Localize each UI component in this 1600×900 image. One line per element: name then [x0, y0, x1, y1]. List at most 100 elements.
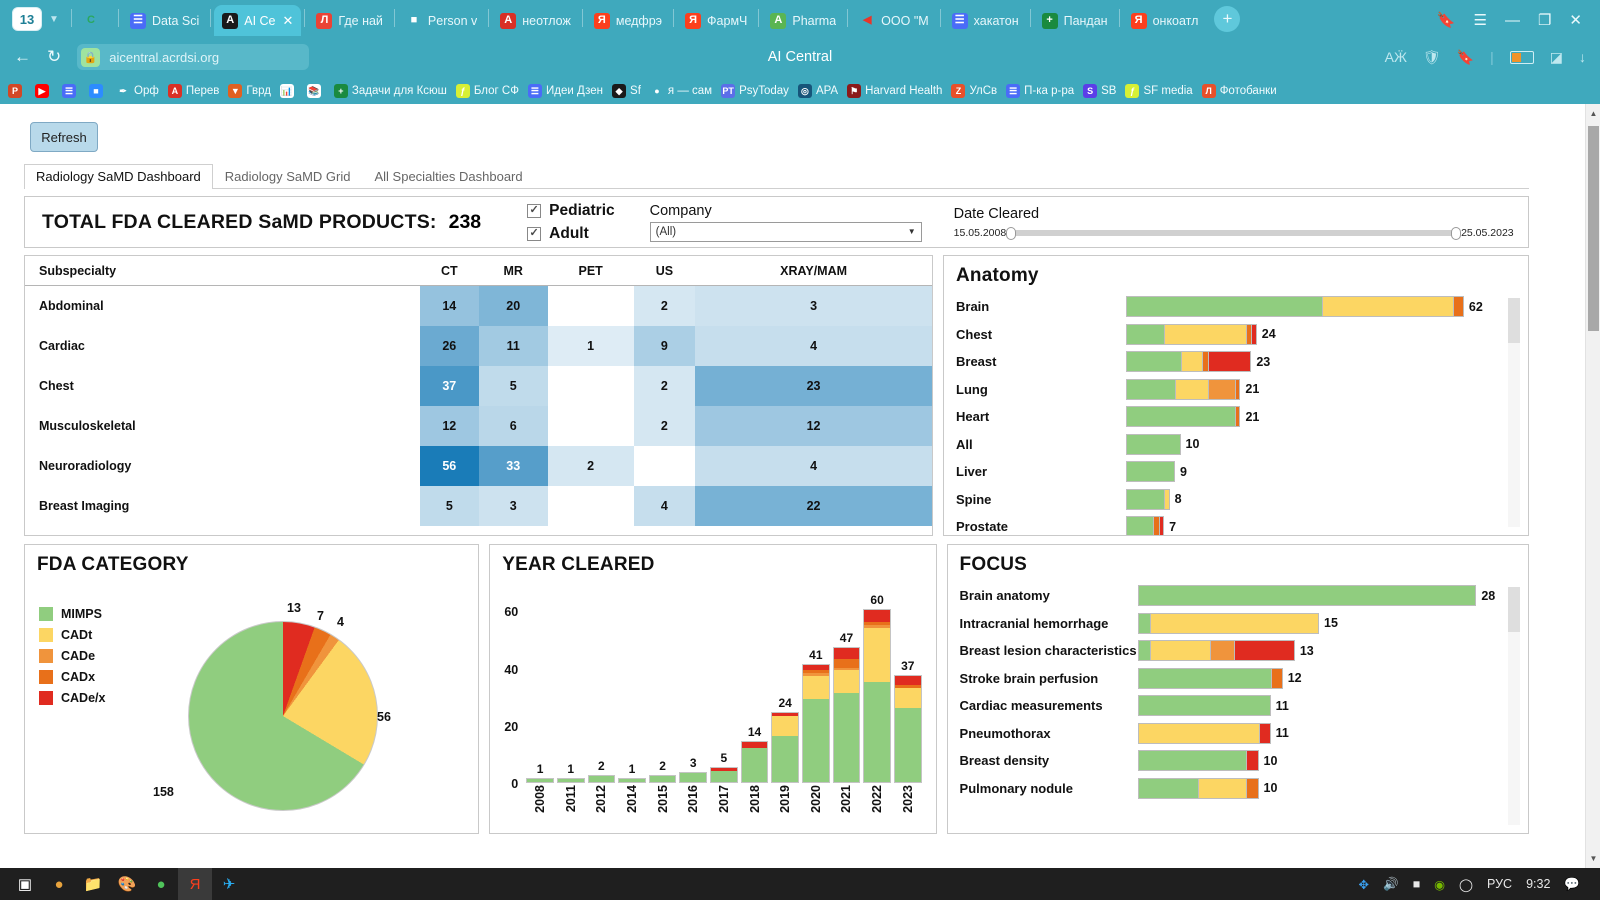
bookmark-icon[interactable]: 🔖 — [1457, 49, 1474, 66]
table-cell[interactable] — [547, 485, 634, 526]
bar-row[interactable]: Pulmonary nodule 10 — [948, 775, 1528, 803]
bar-row[interactable]: Breast 23 — [944, 348, 1528, 376]
bookmark-item[interactable]: P — [8, 84, 26, 98]
page-scrollbar-thumb[interactable] — [1588, 126, 1599, 331]
bar-column[interactable]: 5 — [710, 605, 738, 783]
taskbar-chrome-2-icon[interactable]: ● — [144, 868, 178, 900]
bar-segment[interactable] — [1137, 640, 1150, 662]
restore-icon[interactable]: ❐ — [1538, 11, 1551, 29]
bookmark-item[interactable]: 📊 — [279, 84, 298, 98]
wifi-icon[interactable]: ◯ — [1459, 877, 1473, 892]
bar-row[interactable]: Breast density 10 — [948, 747, 1528, 775]
bar-segment[interactable] — [894, 676, 921, 685]
bookmark-item[interactable]: ƒ Блог СФ — [455, 84, 519, 98]
bar-segment[interactable] — [864, 681, 890, 782]
taskbar-paint-icon[interactable]: 🎨 — [110, 868, 144, 900]
page-scrollbar[interactable]: ▲ ▼ — [1585, 104, 1600, 868]
bar-row[interactable]: Cardiac measurements 11 — [948, 692, 1528, 720]
url-input[interactable]: 🔒 aicentral.acrdsi.org — [77, 44, 310, 70]
bar-row[interactable]: Heart 21 — [944, 403, 1528, 431]
nvidia-icon[interactable]: ◉ — [1434, 877, 1445, 892]
table-cell[interactable]: 37 — [419, 365, 479, 406]
bookmark-item[interactable]: ☰ — [62, 84, 80, 98]
bar-segment[interactable] — [1137, 585, 1477, 607]
table-cell[interactable]: 22 — [695, 485, 932, 526]
menu-icon[interactable]: ☰ — [1474, 11, 1487, 29]
focus-scrollbar[interactable] — [1508, 587, 1520, 825]
bar-row[interactable]: Spine 8 — [944, 486, 1528, 514]
bar-row[interactable]: Brain anatomy 28 — [948, 582, 1528, 610]
dashboard-tab[interactable]: Radiology SaMD Grid — [213, 164, 363, 189]
bookmark-item[interactable]: ✒ Орф — [116, 84, 159, 98]
bar-segment[interactable] — [1251, 323, 1257, 345]
bar-segment[interactable] — [1234, 640, 1295, 662]
bar-segment[interactable] — [1126, 433, 1181, 455]
bar-segment[interactable] — [1164, 323, 1246, 345]
bookmark-item[interactable]: Z УлСв — [951, 84, 997, 98]
table-cell[interactable]: 4 — [633, 485, 696, 526]
bar-segment[interactable] — [557, 779, 584, 782]
bar-segment[interactable] — [1164, 488, 1170, 510]
table-cell[interactable]: 4 — [695, 445, 932, 486]
legend-item[interactable]: CADt — [39, 628, 105, 642]
table-cell[interactable]: 4 — [695, 325, 932, 366]
bar-row[interactable]: Lung 21 — [944, 376, 1528, 404]
bar-column[interactable]: 47 — [832, 605, 861, 783]
table-cell[interactable]: 56 — [419, 445, 479, 486]
bar-segment[interactable] — [1246, 750, 1259, 772]
bookmark-item[interactable]: Л Фотобанки — [1201, 84, 1277, 98]
bar-segment[interactable] — [1149, 640, 1211, 662]
bar-row[interactable]: Pneumothorax 11 — [948, 720, 1528, 748]
bar-segment[interactable] — [1452, 296, 1464, 318]
translate-icon[interactable]: AӜ — [1385, 49, 1407, 65]
notification-icon[interactable]: 💬 — [1564, 877, 1580, 892]
table-cell[interactable]: 20 — [478, 285, 548, 326]
bar-segment[interactable] — [1126, 296, 1323, 318]
column-header[interactable]: MR — [478, 256, 548, 286]
chevron-down-icon[interactable]: ▼ — [44, 7, 64, 31]
table-cell[interactable]: 2 — [633, 285, 696, 326]
bar-segment[interactable] — [1258, 722, 1271, 744]
bar-column[interactable]: 3 — [679, 605, 708, 783]
bar-segment[interactable] — [1126, 323, 1165, 345]
bar-segment[interactable] — [711, 770, 737, 782]
focus-scrollbar-thumb[interactable] — [1508, 587, 1520, 632]
bar-column[interactable]: 41 — [802, 605, 830, 783]
table-cell[interactable]: 26 — [419, 325, 479, 366]
browser-tab[interactable]: ☰ хакатон — [944, 5, 1027, 36]
bar-column[interactable]: 14 — [740, 605, 769, 783]
bar-segment[interactable] — [1137, 722, 1259, 744]
bar-segment[interactable] — [1137, 612, 1150, 634]
bar-segment[interactable] — [833, 670, 860, 694]
browser-tab[interactable]: ◀ ООО "M — [851, 5, 937, 36]
bar-segment[interactable] — [864, 627, 890, 682]
bookmark-item[interactable]: S SB — [1083, 84, 1116, 98]
browser-tab[interactable]: C — [75, 5, 115, 36]
bar-segment[interactable] — [1137, 667, 1271, 689]
company-select[interactable]: (All) ▼ — [649, 221, 922, 242]
bar-segment[interactable] — [680, 773, 707, 782]
taskbar-file-explorer-icon[interactable]: 📁 — [76, 868, 110, 900]
close-icon[interactable]: ✕ — [1569, 11, 1582, 29]
table-cell[interactable]: 6 — [478, 405, 548, 446]
taskbar-yandex-browser-icon[interactable]: Я — [178, 868, 212, 900]
checkbox-adult-box[interactable]: ✓ — [527, 226, 542, 241]
back-icon[interactable]: ← — [14, 47, 31, 67]
bar-segment[interactable] — [1137, 777, 1199, 799]
volume-icon[interactable]: 🔊 — [1383, 877, 1399, 892]
table-cell[interactable] — [547, 285, 634, 326]
start-button[interactable]: ▣ — [8, 868, 42, 900]
bar-segment[interactable] — [833, 693, 860, 782]
table-cell[interactable]: 23 — [695, 365, 932, 406]
table-cell[interactable] — [547, 365, 634, 406]
bar-column[interactable]: 60 — [863, 593, 891, 783]
table-cell[interactable]: 5 — [478, 365, 548, 406]
collections-icon[interactable]: 🔖 — [1437, 11, 1456, 29]
split-screen-icon[interactable]: ◪ — [1550, 49, 1563, 66]
bar-column[interactable]: 2 — [648, 605, 677, 783]
checkbox-pediatric[interactable]: ✓ Pediatric — [527, 202, 615, 220]
bookmark-item[interactable]: ◆ Sf — [612, 84, 641, 98]
bar-column[interactable]: 24 — [771, 605, 799, 783]
browser-tab[interactable]: + Пандан — [1034, 5, 1116, 36]
battery-icon[interactable]: ■ — [1413, 877, 1421, 891]
